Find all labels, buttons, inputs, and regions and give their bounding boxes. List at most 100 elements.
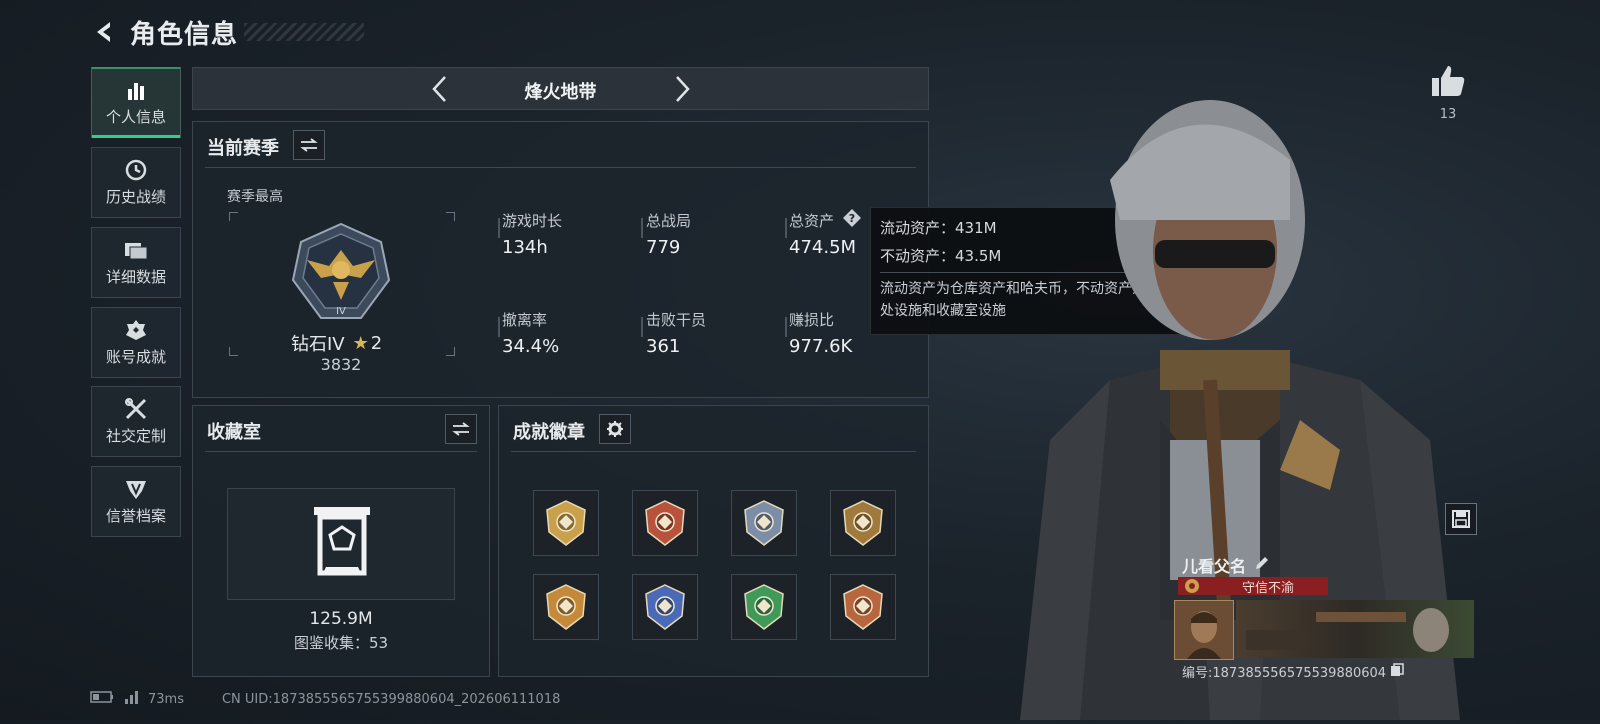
rank-name: 钻石IV: [291, 334, 345, 355]
badge-icon: [843, 500, 883, 546]
like-button[interactable]: [1430, 64, 1466, 102]
page-title: 角色信息: [130, 19, 239, 50]
stat-label-profit-ratio: 赚损比: [789, 311, 835, 329]
ping-value: 73ms: [148, 691, 184, 707]
rank-emblem-icon: IV: [289, 220, 393, 328]
sidebar-item-social[interactable]: 社交定制: [91, 386, 181, 457]
stat-divider: [641, 317, 643, 337]
badge-icon: [645, 500, 685, 546]
badge-icon: [645, 584, 685, 630]
season-title: 当前赛季: [207, 138, 279, 159]
svg-text:IV: IV: [336, 306, 346, 317]
badge-slot[interactable]: [830, 490, 896, 556]
stat-label-kills: 击败干员: [646, 311, 707, 329]
stat-value-matches: 779: [646, 237, 681, 258]
player-card: 儿看父名 守信不渝 编号:1873855565755398806​04: [1174, 548, 1474, 688]
folder-icon: [123, 238, 149, 262]
achievement-icon: [123, 318, 149, 342]
chevron-right-icon[interactable]: [667, 74, 697, 104]
title-badge: 守信不渝: [1178, 577, 1328, 596]
badge-slot[interactable]: [731, 574, 797, 640]
sidebar-item-credit[interactable]: 信誉档案: [91, 466, 181, 537]
stat-divider: [785, 317, 787, 337]
sidebar-item-history[interactable]: 历史战绩: [91, 147, 181, 218]
gear-icon: [607, 421, 623, 437]
save-button[interactable]: [1445, 503, 1477, 535]
battery-icon: [90, 691, 114, 707]
season-divider: [205, 167, 916, 168]
save-icon: [1452, 510, 1470, 528]
player-name-row: 儿看父名: [1182, 553, 1270, 577]
swap-icon: [300, 138, 318, 152]
sidebar-item-personal-info[interactable]: 个人信息: [91, 67, 181, 138]
player-name: 儿看父名: [1182, 557, 1247, 576]
badge-slot[interactable]: [830, 574, 896, 640]
stat-value-extract-rate: 34.4%: [502, 336, 560, 357]
badge-slot[interactable]: [731, 490, 797, 556]
stat-value-profit-ratio: 977.6K: [789, 336, 853, 357]
sidebar-item-label: 历史战绩: [105, 188, 166, 206]
svg-text:?: ?: [849, 212, 855, 225]
badge-icon: [546, 500, 586, 546]
season-switch-button[interactable]: [293, 130, 325, 160]
profile-banner[interactable]: [1236, 600, 1474, 658]
rank-stars: 2: [370, 332, 383, 354]
like-count: 13: [1439, 107, 1457, 122]
mode-selector: 烽火地带: [192, 67, 929, 110]
sidebar-item-achievements[interactable]: 账号成就: [91, 307, 181, 378]
title-badge-text: 守信不渝: [1241, 581, 1294, 596]
back-arrow-icon[interactable]: [90, 17, 120, 47]
badge-icon: [843, 584, 883, 630]
badge-slot[interactable]: [632, 490, 698, 556]
stat-divider: [641, 218, 643, 238]
sidebar-item-label: 社交定制: [105, 427, 166, 445]
mode-title: 烽火地带: [524, 82, 597, 103]
stat-value-kills: 361: [646, 336, 681, 357]
sidebar-item-details[interactable]: 详细数据: [91, 227, 181, 298]
edit-icon[interactable]: [1254, 555, 1270, 575]
sidebar-item-label: 账号成就: [105, 348, 166, 366]
page-header: 角色信息: [90, 14, 365, 50]
bar-chart-icon: [123, 78, 149, 102]
collection-switch-button[interactable]: [445, 414, 477, 444]
rank-line: 钻石IV ★ 2: [291, 330, 382, 356]
collection-panel: 收藏室 125.9M 图鉴收集：53: [192, 405, 490, 677]
collection-preview[interactable]: [227, 488, 455, 600]
stat-label-assets: 总资产: [789, 212, 835, 230]
copy-icon[interactable]: [1390, 662, 1404, 681]
shield-icon: [123, 477, 149, 501]
tools-icon: [123, 397, 149, 421]
badge-icon: [546, 584, 586, 630]
collection-count: 图鉴收集：53: [293, 634, 389, 652]
sidebar-item-label: 个人信息: [105, 108, 166, 126]
sidebar-item-label: 信誉档案: [105, 507, 166, 525]
stat-divider: [785, 218, 787, 238]
player-id-row: 编号:1873855565755398806​04: [1182, 662, 1404, 681]
thumbs-up-icon: [1432, 66, 1465, 96]
status-footer: 73ms CN UID:18738555657553998806​04_2026…: [90, 690, 560, 708]
collection-title: 收藏室: [207, 422, 261, 443]
stat-divider: [498, 317, 500, 337]
stat-divider: [498, 218, 500, 238]
badges-panel: 成就徽章: [498, 405, 929, 677]
collection-divider: [205, 451, 477, 452]
title-decoration: [244, 23, 365, 41]
medal-icon: [1184, 578, 1200, 594]
stat-label-matches: 总战局: [646, 212, 692, 230]
help-icon[interactable]: ?: [842, 208, 862, 228]
star-icon: ★: [352, 332, 369, 354]
collection-value: 125.9M: [309, 609, 373, 629]
badge-icon: [744, 500, 784, 546]
uid-text: CN UID:18738555657553998806​04_202606111…: [221, 691, 561, 707]
badge-icon: [744, 584, 784, 630]
vault-icon: [312, 505, 372, 583]
badges-title: 成就徽章: [513, 422, 585, 443]
swap-icon: [452, 422, 470, 436]
badges-settings-button[interactable]: [599, 414, 631, 444]
badge-slot[interactable]: [632, 574, 698, 640]
avatar[interactable]: [1174, 600, 1234, 660]
stat-label-playtime: 游戏时长: [502, 212, 563, 230]
badge-slot[interactable]: [533, 574, 599, 640]
badge-slot[interactable]: [533, 490, 599, 556]
player-id: 编号:1873855565755398806​04: [1182, 666, 1387, 681]
